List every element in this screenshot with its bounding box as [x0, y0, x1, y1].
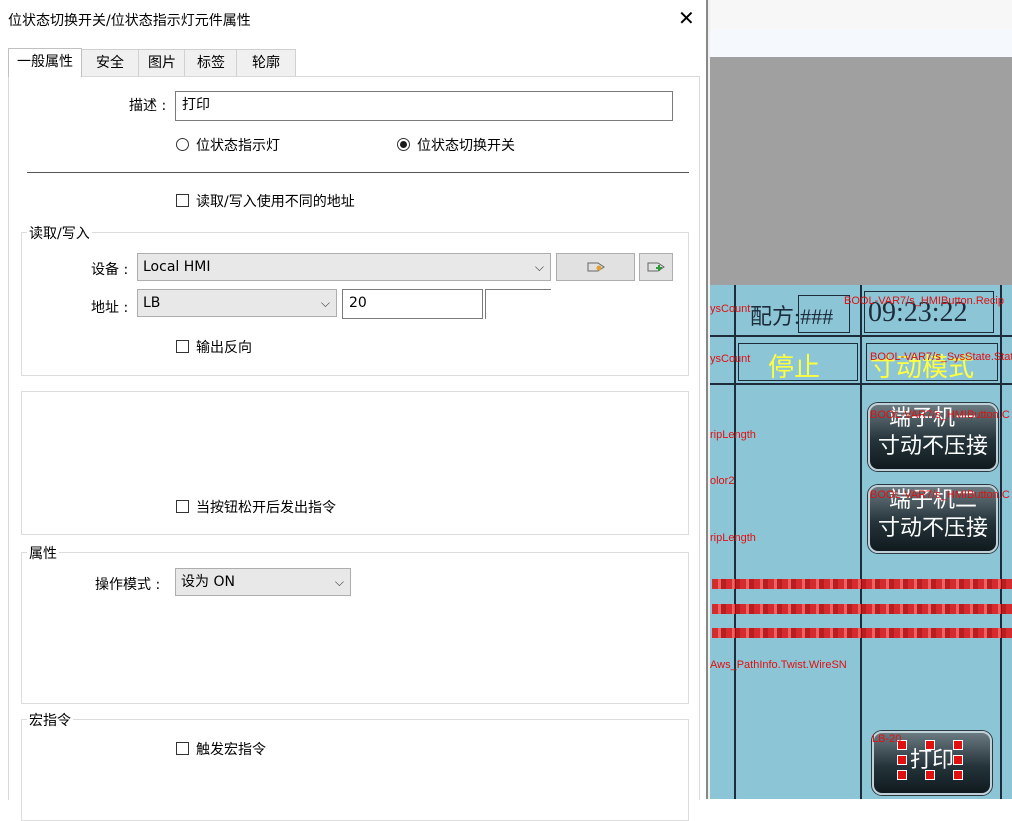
release-command-checkbox[interactable] — [176, 500, 189, 513]
tag-label: ysCount — [710, 303, 751, 315]
tag-label: BOOL-VAR7/s_SysState.Stat — [870, 351, 1012, 363]
dialog-title: 位状态切换开关/位状态指示灯元件属性 — [8, 13, 251, 29]
tab-label[interactable]: 标签 — [184, 49, 238, 76]
tag-label: Aws_PathInfo.Twist.WireSN — [710, 659, 847, 671]
macro-group — [21, 719, 689, 821]
editor-ruler-bar — [710, 30, 1012, 59]
description-label: 描述 : — [129, 98, 167, 114]
editor-top-strip — [710, 0, 1012, 30]
device-value: Local HMI — [143, 259, 211, 275]
stop-status[interactable]: 停止 — [768, 347, 820, 384]
editor-canvas-gray — [710, 57, 1012, 285]
attributes-group-title: 属性 — [27, 543, 59, 563]
tag-label: BOOL-VAR7/s_HMIButton.Recip — [844, 295, 1004, 307]
selection-handle[interactable] — [953, 740, 963, 750]
address-label: 地址 : — [91, 300, 129, 316]
readwrite-group-title: 读取/写入 — [27, 223, 92, 243]
invert-output-label[interactable]: 输出反向 — [196, 337, 252, 357]
tag-button[interactable] — [556, 253, 635, 281]
address-type-value: LB — [143, 295, 161, 311]
hmi-screen-canvas[interactable]: 配方:### 09:23:22 停止 寸动模式 端子机一 寸动不压接 端子机二 … — [710, 285, 1012, 799]
tab-general[interactable]: 一般属性 — [8, 48, 82, 77]
btn-line: 寸动不压接 — [877, 434, 988, 459]
tag-icon — [587, 262, 605, 272]
selection-handle[interactable] — [897, 755, 907, 765]
operation-mode-select[interactable]: 设为 ON ⌵ — [175, 568, 351, 596]
macro-group-title: 宏指令 — [27, 710, 73, 730]
diff-address-label[interactable]: 读取/写入使用不同的地址 — [196, 191, 355, 211]
tag-label: ripLength — [710, 532, 756, 544]
separator — [27, 172, 689, 173]
tab-picture[interactable]: 图片 — [138, 49, 186, 76]
tag-add-button[interactable] — [639, 253, 673, 281]
close-icon[interactable]: ✕ — [678, 8, 695, 28]
tab-security[interactable]: 安全 — [80, 49, 140, 76]
selection-handle[interactable] — [925, 770, 935, 780]
tab-outline[interactable]: 轮廓 — [236, 49, 296, 76]
tag-label: BOOL-VAR7/s_HMIButton.C — [870, 489, 1010, 501]
tag-label: ysCount — [710, 353, 751, 365]
tag-overlap-row — [712, 604, 1012, 614]
invert-output-checkbox[interactable] — [176, 340, 189, 353]
description-input[interactable]: 打印 — [175, 91, 673, 121]
address-extra-input[interactable] — [485, 289, 551, 319]
device-select[interactable]: Local HMI ⌵ — [137, 253, 551, 281]
property-dialog: 位状态切换开关/位状态指示灯元件属性 ✕ 一般属性 安全 图片 标签 轮廓 描述… — [0, 0, 708, 821]
diff-address-checkbox[interactable] — [176, 194, 189, 207]
radio-switch[interactable] — [397, 138, 410, 151]
radio-indicator-label[interactable]: 位状态指示灯 — [196, 135, 280, 155]
tab-content-general: 描述 : 打印 位状态指示灯 位状态切换开关 读取/写入使用不同的地址 读取/写… — [8, 76, 700, 821]
grid-line — [710, 335, 1012, 337]
tag-label: ripLength — [710, 429, 756, 441]
tag-label: olor2 — [710, 475, 735, 487]
release-group — [21, 391, 689, 535]
device-label: 设备 : — [91, 262, 129, 278]
operation-mode-value: 设为 ON — [181, 574, 235, 590]
btn-line: 寸动不压接 — [877, 516, 988, 541]
radio-indicator[interactable] — [176, 138, 189, 151]
tag-overlap-row — [712, 628, 1012, 638]
address-type-select[interactable]: LB ⌵ — [137, 289, 337, 317]
chevron-down-icon: ⌵ — [534, 260, 544, 274]
radio-switch-label[interactable]: 位状态切换开关 — [417, 135, 515, 155]
operation-mode-label: 操作模式 : — [95, 577, 161, 593]
selection-handle[interactable] — [953, 770, 963, 780]
tag-add-icon — [647, 262, 665, 272]
tag-overlap-row — [712, 579, 1012, 589]
trigger-macro-checkbox[interactable] — [176, 742, 189, 755]
tag-label: LB-20 — [872, 733, 902, 745]
grid-line — [860, 285, 862, 799]
chevron-down-icon: ⌵ — [334, 575, 344, 589]
selection-handle[interactable] — [953, 755, 963, 765]
trigger-macro-label[interactable]: 触发宏指令 — [196, 739, 266, 759]
address-input[interactable]: 20 — [342, 289, 483, 319]
chevron-down-icon: ⌵ — [320, 296, 330, 310]
selection-handle[interactable] — [897, 770, 907, 780]
release-command-label[interactable]: 当按钮松开后发出指令 — [196, 497, 336, 517]
tag-label: BOOL-VAR7/s_HMIButton.C — [870, 409, 1010, 421]
